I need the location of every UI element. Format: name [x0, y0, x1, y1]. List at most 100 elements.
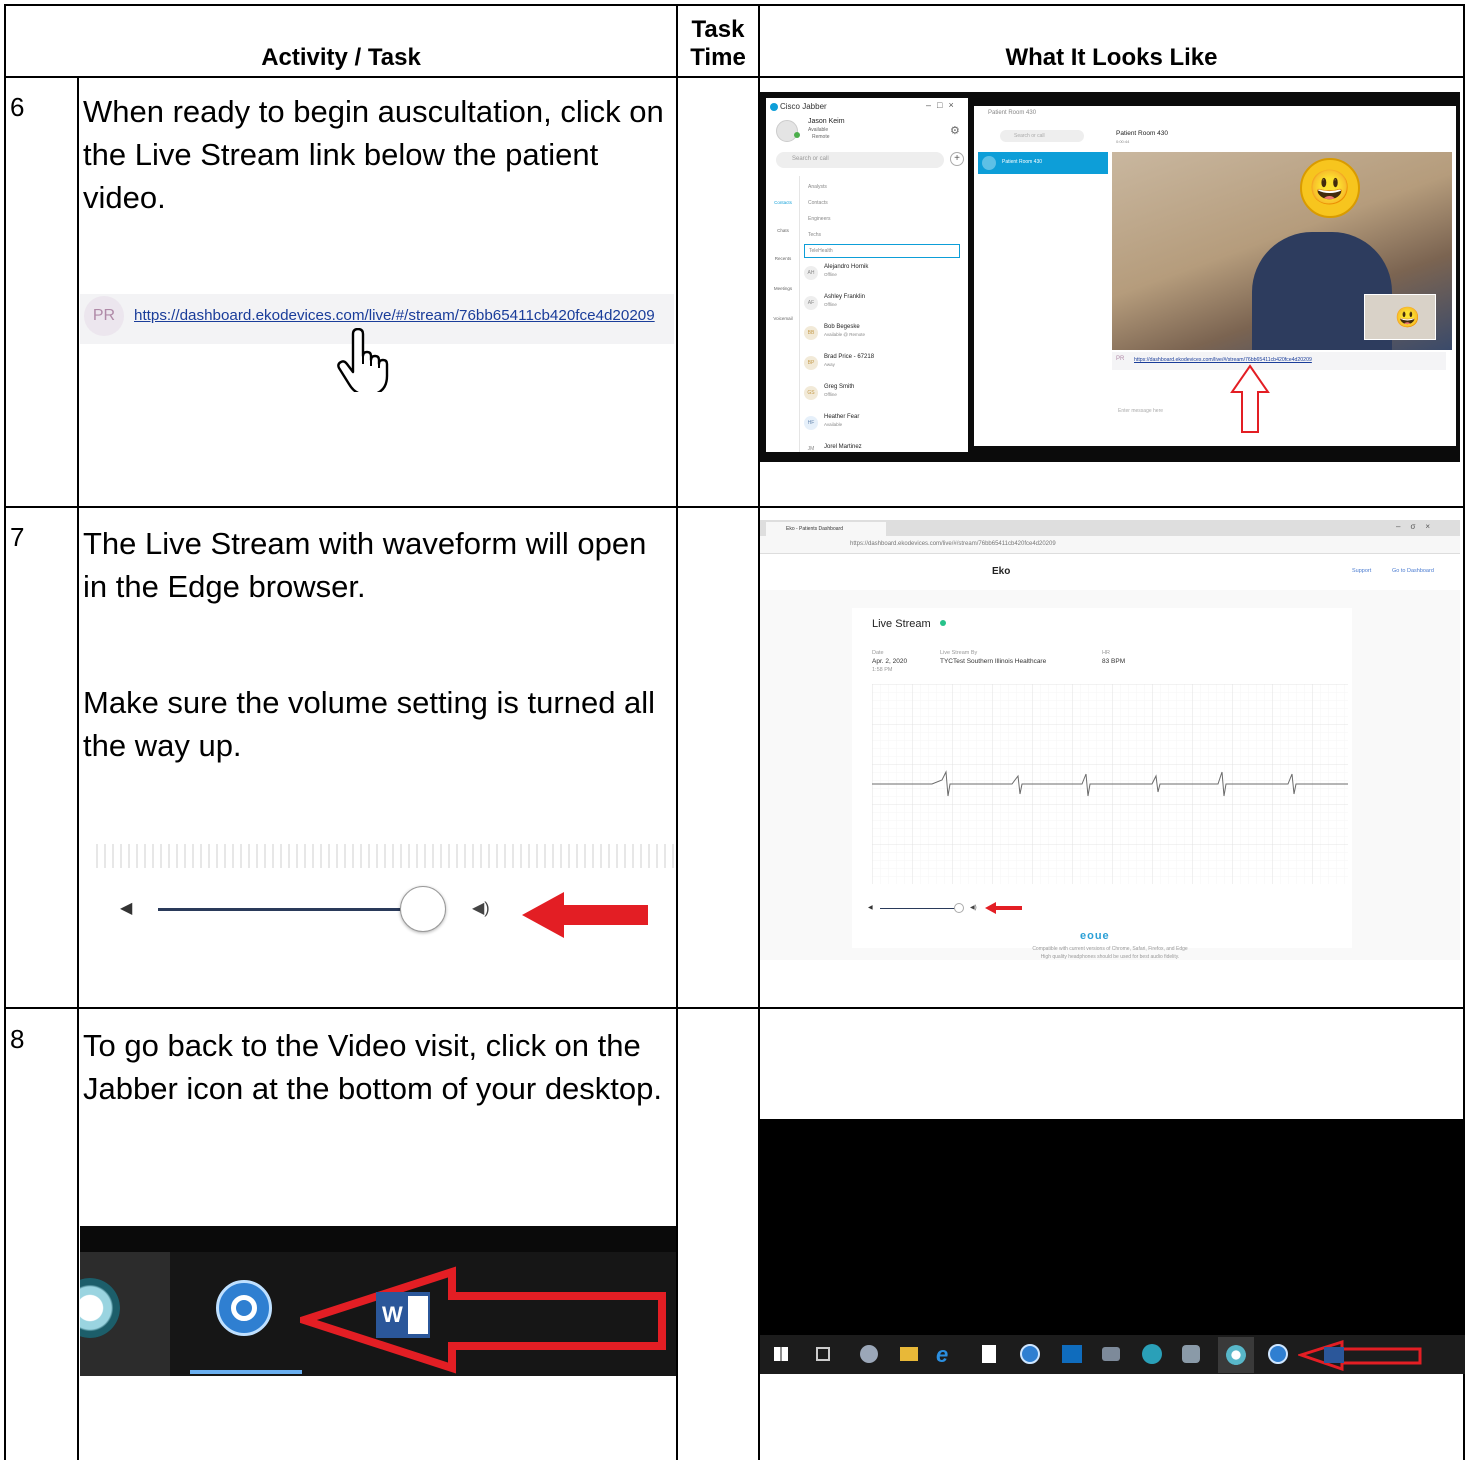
group-contacts[interactable]: Contacts	[808, 200, 828, 206]
list-item[interactable]: HF Heather Fear Available	[802, 412, 962, 442]
paint-icon[interactable]	[860, 1345, 878, 1363]
red-arrow-left-icon	[522, 892, 648, 938]
avatar: AF	[804, 296, 818, 310]
volume-high-icon: ◀)	[472, 900, 490, 917]
table-border-left	[4, 4, 6, 1460]
message-input[interactable]: Enter message here	[1118, 408, 1163, 414]
step-text: The Live Stream with waveform will open …	[83, 526, 647, 604]
hr-label: HR	[1102, 650, 1110, 656]
file-explorer-icon[interactable]	[900, 1347, 918, 1361]
jabber-active-icon[interactable]	[1268, 1344, 1288, 1364]
nav-meetings[interactable]: Meetings	[768, 286, 798, 291]
browser-tab[interactable]: Eko - Patients Dashboard	[766, 522, 886, 536]
date-label: Date	[872, 650, 884, 656]
outlook-icon[interactable]	[1062, 1345, 1082, 1363]
patient-video: 😃 😃	[1112, 152, 1452, 350]
header-looks: What It Looks Like	[1005, 44, 1218, 71]
chat-live-stream-link[interactable]: https://dashboard.ekodevices.com/live/#/…	[1134, 357, 1312, 363]
list-item[interactable]: GS Greg Smith Offline	[802, 382, 962, 412]
group-analysts[interactable]: Analysts	[808, 184, 827, 190]
volume-track[interactable]	[158, 908, 402, 911]
table-border-top	[4, 4, 1465, 6]
contact-name: Ashley Franklin	[824, 294, 866, 300]
room-list-item[interactable]: Patient Room 430	[978, 152, 1108, 174]
nav-contacts[interactable]: Contacts	[768, 200, 798, 205]
edge-icon[interactable]	[1142, 1344, 1162, 1364]
presence-dot	[794, 132, 800, 138]
task-view-icon[interactable]	[816, 1347, 830, 1361]
group-telehealth[interactable]: TeleHealth	[804, 244, 960, 258]
hr-value: 83 BPM	[1102, 658, 1126, 665]
mini-red-arrow-left-icon	[985, 902, 1022, 914]
mini-volume-low-icon: ◀	[868, 905, 873, 911]
header-task-time-1: Task	[691, 16, 745, 43]
hand-cursor-icon	[337, 328, 389, 392]
group-techs[interactable]: Techs	[808, 232, 821, 238]
window-controls[interactable]: –□×	[926, 100, 960, 110]
mini-volume-track[interactable]	[880, 908, 956, 909]
nav-recents[interactable]: Recents	[768, 256, 798, 261]
jabber-screenshot: Cisco Jabber –□× Jason Keim Available Re…	[760, 92, 1460, 462]
step-number: 7	[10, 522, 25, 552]
volume-thumb[interactable]	[400, 886, 446, 932]
word-taskbar-icon[interactable]: W	[376, 1292, 430, 1338]
page-body: Live Stream Date Apr. 2, 2020 1:58 PM Li…	[760, 590, 1460, 960]
jabber-taskbar-icon[interactable]	[216, 1280, 272, 1336]
contact-status: Offline	[824, 302, 837, 307]
address-bar[interactable]: https://dashboard.ekodevices.com/live/#/…	[760, 536, 1460, 554]
ie-icon[interactable]: e	[936, 1342, 948, 1368]
chat-link-row: PR https://dashboard.ekodevices.com/live…	[1112, 352, 1446, 370]
jabber-icon[interactable]	[1020, 1344, 1040, 1364]
live-stream-link-crop: PR https://dashboard.ekodevices.com/live…	[80, 294, 674, 394]
nav-chats[interactable]: Chats	[768, 228, 798, 233]
window-controls[interactable]: –σ×	[1396, 522, 1440, 531]
step-number: 6	[10, 92, 25, 122]
waveform-strip	[96, 844, 674, 868]
list-item[interactable]: BP Brad Price - 67218 Away	[802, 352, 962, 382]
jabber-taskbar-crop: W	[80, 1226, 676, 1376]
app-circle-active-icon[interactable]	[1218, 1337, 1254, 1373]
eko-brand: Eko	[992, 566, 1011, 577]
app-icon[interactable]	[1182, 1345, 1200, 1363]
sidebar: Contacts Chats Recents Meetings Voicemai…	[766, 176, 800, 452]
contact-name: Bob Begeske	[824, 324, 860, 330]
red-arrow-left-icon	[300, 1266, 666, 1374]
room-search-input[interactable]: Search or call	[1000, 130, 1084, 142]
word-small-icon[interactable]	[1324, 1347, 1344, 1363]
footer-text-1: Compatible with current versions of Chro…	[1032, 946, 1188, 952]
waveform-grid	[872, 684, 1348, 884]
add-icon[interactable]: +	[950, 152, 964, 166]
live-stream-card: Live Stream Date Apr. 2, 2020 1:58 PM Li…	[852, 608, 1352, 948]
volume-low-icon: ◀	[120, 900, 133, 917]
start-icon[interactable]	[774, 1347, 788, 1361]
live-stream-link[interactable]: https://dashboard.ekodevices.com/live/#/…	[134, 307, 655, 324]
list-item[interactable]: JM Jorel Martinez	[802, 442, 962, 456]
avatar: GS	[804, 386, 818, 400]
live-indicator	[940, 620, 946, 626]
self-view: 😃	[1364, 294, 1436, 340]
list-item[interactable]: AH Alejandro Hornik Offline	[802, 262, 962, 292]
support-link[interactable]: Support	[1352, 568, 1371, 574]
address-url[interactable]: https://dashboard.ekodevices.com/live/#/…	[850, 541, 1056, 547]
nav-voicemail[interactable]: Voicemail	[768, 316, 798, 321]
search-input[interactable]: Search or call	[776, 152, 944, 168]
avatar: BP	[804, 356, 818, 370]
column-divider-time	[676, 4, 678, 1460]
group-engineers[interactable]: Engineers	[808, 216, 831, 222]
by-value: TYCTest Southern Illinois Healthcare	[940, 658, 1047, 665]
contact-name: Alejandro Hornik	[824, 264, 869, 270]
app-circle-inner-icon	[1226, 1345, 1246, 1365]
avatar: HF	[804, 416, 818, 430]
emoji-icon: 😃	[1300, 158, 1360, 218]
contact-name: Brad Price - 67218	[824, 354, 875, 360]
mini-volume-thumb[interactable]	[954, 903, 964, 913]
gear-icon[interactable]: ⚙	[950, 124, 960, 137]
dashboard-link[interactable]: Go to Dashboard	[1392, 568, 1434, 574]
document-icon[interactable]	[982, 1345, 996, 1363]
camera-icon[interactable]	[1102, 1347, 1120, 1361]
list-item[interactable]: AF Ashley Franklin Offline	[802, 292, 962, 322]
row-divider-7	[4, 1007, 1465, 1009]
live-stream-title: Live Stream	[872, 618, 931, 630]
list-item[interactable]: BB Bob Begeske Available @ Remote	[802, 322, 962, 352]
avatar	[776, 120, 798, 142]
